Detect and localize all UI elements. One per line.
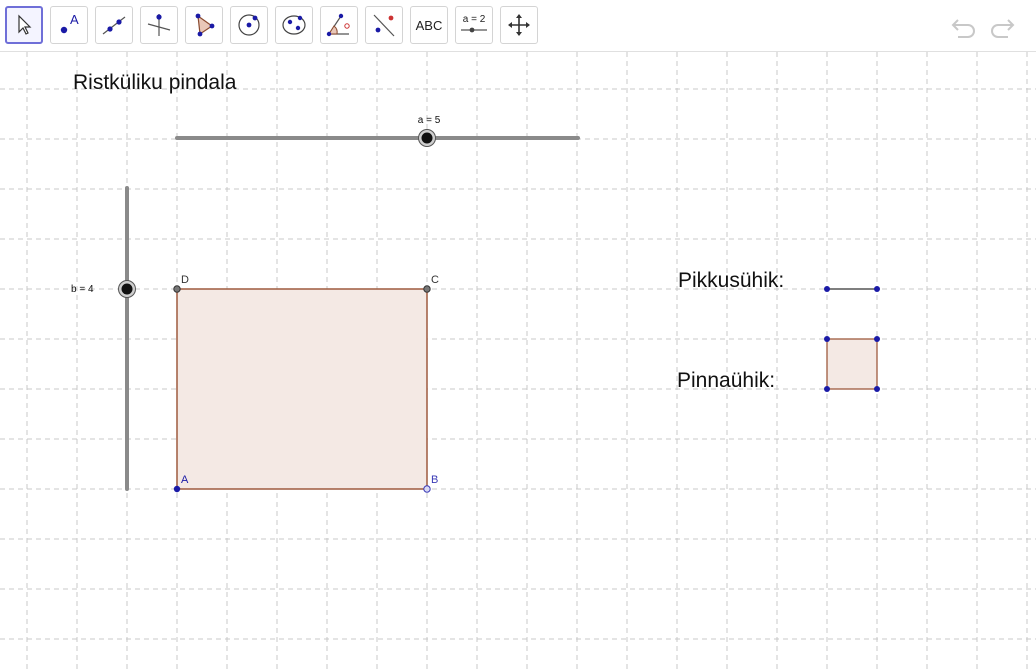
point-c[interactable] [423,285,431,293]
toolbar: A ABC a = 2 [0,0,1036,52]
point-icon: A [60,12,79,34]
reflect-tool-button[interactable] [365,6,403,44]
page-title: Ristküliku pindala [73,71,237,94]
circle-tool-button[interactable] [230,6,268,44]
area-unit-label: Pinnaühik: [677,369,775,392]
point-c-label: C [431,274,439,286]
slider-icon: a = 2 [461,14,487,33]
slider-tool-button[interactable]: a = 2 [455,6,493,44]
graphics-view[interactable]: Ristküliku pindala a = 5 b = 4 A B C D P… [0,52,1036,670]
slider-a-label: a = 5 [418,115,441,126]
conic-tool-button[interactable] [275,6,313,44]
polygon-tool-button[interactable] [185,6,223,44]
point-b[interactable] [423,485,431,493]
reflect-icon [373,14,395,37]
length-unit-point-end[interactable] [874,286,880,292]
polygon-icon [195,13,215,37]
point-d-label: D [181,274,189,286]
point-tool-label: A [70,12,79,27]
slider-tool-label: a = 2 [463,14,486,25]
point-b-label: B [431,474,438,486]
rectangle-abcd[interactable] [176,288,428,490]
point-a[interactable] [173,485,181,493]
cursor-arrow-icon [18,14,32,35]
point-d[interactable] [173,285,181,293]
circle-center-point-icon [238,14,260,36]
area-unit-point-1[interactable] [824,336,830,342]
length-unit-label: Pikkusühik: [678,269,784,292]
slider-a-handle-core[interactable] [421,132,433,144]
point-tool-button[interactable]: A [50,6,88,44]
grid [0,52,1036,670]
area-unit-square[interactable] [826,338,878,390]
redo-icon[interactable] [986,12,1016,40]
area-unit-point-3[interactable] [824,386,830,392]
undo-icon[interactable] [950,12,980,40]
line-icon [102,16,126,35]
text-tool-label: ABC [415,17,443,33]
move-cross-icon [508,14,530,36]
text-tool-button[interactable]: ABC [410,6,448,44]
angle-tool-button[interactable] [320,6,358,44]
line-tool-button[interactable] [95,6,133,44]
area-unit-point-4[interactable] [874,386,880,392]
slider-b-handle-core[interactable] [121,283,133,295]
move-tool-button[interactable] [5,6,43,44]
point-a-label: A [181,474,189,486]
perpendicular-line-tool-button[interactable] [140,6,178,44]
area-unit-point-2[interactable] [874,336,880,342]
perpendicular-icon [147,14,171,36]
angle-icon [326,13,350,37]
length-unit-point-start[interactable] [824,286,830,292]
ellipse-icon [282,15,306,35]
move-graphics-tool-button[interactable] [500,6,538,44]
slider-b-label: b = 4 [71,284,94,295]
